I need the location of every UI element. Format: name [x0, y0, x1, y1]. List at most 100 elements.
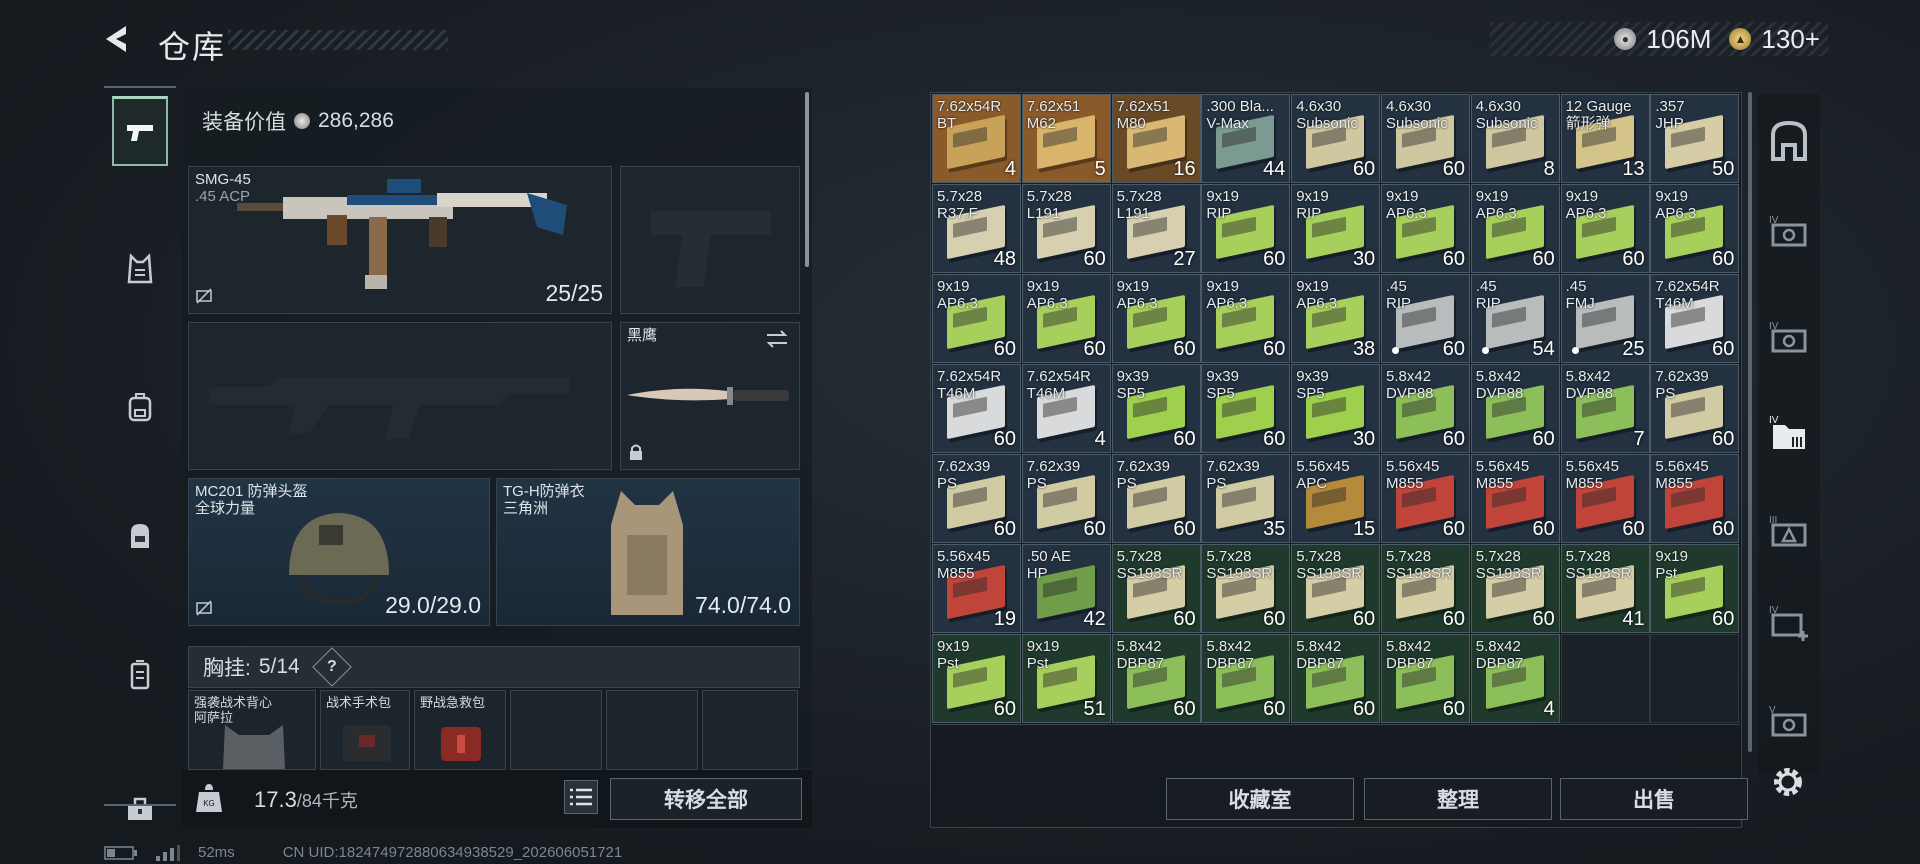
nav-locker[interactable] [112, 640, 168, 710]
container-case-iv-folder[interactable]: IV [1766, 410, 1812, 456]
inventory-item[interactable]: .45 FMJ 25 [1560, 274, 1650, 363]
inventory-empty-cell[interactable] [1650, 634, 1740, 723]
inventory-item[interactable]: 5.56x45 M855 60 [1381, 454, 1470, 543]
sort-button[interactable]: 整理 [1364, 778, 1552, 820]
container-case-iv-2[interactable]: IV [1766, 316, 1812, 362]
inventory-item[interactable]: 9x19 AP6.3 60 [1470, 184, 1560, 273]
inventory-item[interactable]: 5.8x42 DBP87 4 [1470, 634, 1560, 723]
inventory-item[interactable]: 7.62x54R T46M 60 [1650, 274, 1740, 363]
inventory-item[interactable]: 5.8x42 DBP87 60 [1291, 634, 1381, 723]
nav-bag[interactable] [112, 500, 168, 570]
settings-button[interactable] [1768, 762, 1808, 802]
transfer-all-button[interactable]: 转移全部 [610, 778, 802, 820]
inventory-item[interactable]: 5.8x42 DVP88 7 [1560, 364, 1650, 453]
inventory-item[interactable]: 7.62x51 M80 16 [1111, 94, 1201, 183]
swap-icon[interactable] [765, 329, 789, 349]
inventory-item[interactable]: 5.56x45 M855 60 [1650, 454, 1740, 543]
pistol-slot[interactable] [620, 166, 800, 314]
inventory-item[interactable]: 5.8x42 DBP87 60 [1111, 634, 1201, 723]
inventory-scrollbar[interactable] [1748, 92, 1752, 752]
inventory-item[interactable]: 5.7x28 R37.F 48 [932, 184, 1021, 273]
inventory-item[interactable]: 7.62x54R T46M 4 [1021, 364, 1111, 453]
nav-vest[interactable] [112, 234, 168, 304]
inventory-item[interactable]: 9x19 AP6.3 60 [932, 274, 1021, 363]
inventory-item[interactable]: 9x19 Pst 60 [1650, 544, 1740, 633]
inventory-item[interactable]: 5.8x42 DVP88 60 [1470, 364, 1560, 453]
inventory-item[interactable]: 7.62x54R BT 4 [932, 94, 1021, 183]
inventory-item[interactable]: 9x39 SP5 30 [1291, 364, 1381, 453]
secondary-weapon-slot[interactable] [188, 322, 612, 470]
inventory-item[interactable]: 7.62x39 PS 60 [1111, 454, 1201, 543]
inventory-item[interactable]: 12 Gauge 箭形弹 13 [1560, 94, 1650, 183]
inventory-item[interactable]: 7.62x39 PS 60 [1650, 364, 1740, 453]
container-case-v[interactable]: V [1766, 700, 1812, 746]
inventory-item[interactable]: 9x39 SP5 60 [1111, 364, 1201, 453]
inventory-item[interactable]: 9x19 AP6.3 60 [1111, 274, 1201, 363]
container-safe[interactable] [1766, 118, 1812, 164]
inventory-item[interactable]: 5.56x45 APC 15 [1291, 454, 1381, 543]
collection-button[interactable]: 收藏室 [1166, 778, 1354, 820]
inventory-item[interactable]: 5.56x45 M855 60 [1560, 454, 1650, 543]
inventory-item[interactable]: 4.6x30 Subsonic 8 [1470, 94, 1560, 183]
inventory-item[interactable]: .45 RIP 54 [1470, 274, 1560, 363]
inventory-item[interactable]: 5.8x42 DBP87 60 [1201, 634, 1291, 723]
inventory-item[interactable]: 9x19 AP6.3 60 [1560, 184, 1650, 273]
vest-item-empty[interactable] [606, 690, 698, 770]
inventory-item[interactable]: 7.62x39 PS 60 [1021, 454, 1111, 543]
inventory-item[interactable]: 9x39 SP5 60 [1201, 364, 1291, 453]
armor-slot[interactable]: TG-H防弹衣 三角洲 74.0/74.0 [496, 478, 800, 626]
inventory-item[interactable]: 5.7x28 SS193SR 60 [1111, 544, 1201, 633]
inventory-item[interactable]: 4.6x30 Subsonic 60 [1381, 94, 1470, 183]
inventory-item[interactable]: 9x19 AP6.3 60 [1381, 184, 1470, 273]
inventory-item[interactable]: 5.7x28 SS193SR 60 [1470, 544, 1560, 633]
vest-help-button[interactable]: ? [311, 647, 352, 687]
inventory-item[interactable]: 5.7x28 SS193SR 60 [1381, 544, 1470, 633]
inventory-item[interactable]: 9x19 AP6.3 60 [1021, 274, 1111, 363]
vest-item-empty[interactable] [510, 690, 602, 770]
melee-slot[interactable]: 黑鹰 [620, 322, 800, 470]
inventory-item[interactable]: 9x19 RIP 30 [1291, 184, 1381, 273]
inventory-empty-cell[interactable] [1560, 634, 1650, 723]
inventory-item[interactable]: 4.6x30 Subsonic 60 [1291, 94, 1381, 183]
inventory-item[interactable]: 5.7x28 L191 60 [1021, 184, 1111, 273]
primary-weapon-slot[interactable]: SMG-45 .45 ACP 25/25 [188, 166, 612, 314]
inventory-item[interactable]: 5.56x45 M855 60 [1470, 454, 1560, 543]
container-case-iv-plus[interactable]: IV [1766, 600, 1812, 646]
inventory-item[interactable]: 5.56x45 M855 19 [932, 544, 1021, 633]
vest-item-surgery-kit[interactable]: 战术手术包 [320, 690, 410, 770]
inventory-item[interactable]: 5.7x28 SS193SR 41 [1560, 544, 1650, 633]
inventory-item[interactable]: 7.62x51 M62 5 [1021, 94, 1111, 183]
container-case-iv-1[interactable]: IV [1766, 210, 1812, 256]
back-button[interactable] [100, 22, 140, 56]
vest-item-tactical-vest[interactable]: 强袭战术背心 阿萨拉 [188, 690, 316, 770]
inventory-item[interactable]: 7.62x54R T46M 60 [932, 364, 1021, 453]
nav-pistol[interactable] [112, 96, 168, 166]
vest-item-first-aid[interactable]: 野战急救包 [414, 690, 506, 770]
inventory-item[interactable]: .300 Bla... V-Max 44 [1201, 94, 1291, 183]
inventory-item[interactable]: 5.7x28 SS193SR 60 [1291, 544, 1381, 633]
nav-toolbox[interactable] [112, 774, 168, 844]
inventory-item[interactable]: 5.7x28 L191 27 [1111, 184, 1201, 273]
inventory-item[interactable]: 9x19 RIP 60 [1201, 184, 1291, 273]
vest-item-empty[interactable] [702, 690, 798, 770]
inventory-item[interactable]: .357 JHP 50 [1650, 94, 1740, 183]
inventory-item[interactable]: .45 RIP 60 [1381, 274, 1470, 363]
inventory-item[interactable]: 5.8x42 DBP87 60 [1381, 634, 1470, 723]
sell-button[interactable]: 出售 [1560, 778, 1748, 820]
loadout-scrollbar[interactable] [805, 92, 809, 267]
item-count: 15 [1352, 518, 1376, 540]
inventory-item[interactable]: 7.62x39 PS 60 [932, 454, 1021, 543]
inventory-item[interactable]: 5.7x28 SS193SR 60 [1201, 544, 1291, 633]
inventory-item[interactable]: 9x19 AP6.3 38 [1291, 274, 1381, 363]
container-case-iii[interactable]: III [1766, 510, 1812, 556]
nav-backpack[interactable] [112, 372, 168, 442]
list-view-button[interactable] [564, 780, 598, 814]
inventory-item[interactable]: .50 AE HP 42 [1021, 544, 1111, 633]
inventory-item[interactable]: 9x19 Pst 60 [932, 634, 1021, 723]
helmet-slot[interactable]: MC201 防弹头盔 全球力量 29.0/29.0 [188, 478, 490, 626]
inventory-item[interactable]: 7.62x39 PS 35 [1201, 454, 1291, 543]
inventory-item[interactable]: 9x19 AP6.3 60 [1201, 274, 1291, 363]
inventory-item[interactable]: 5.8x42 DVP88 60 [1381, 364, 1470, 453]
inventory-item[interactable]: 9x19 AP6.3 60 [1650, 184, 1740, 273]
inventory-item[interactable]: 9x19 Pst 51 [1021, 634, 1111, 723]
